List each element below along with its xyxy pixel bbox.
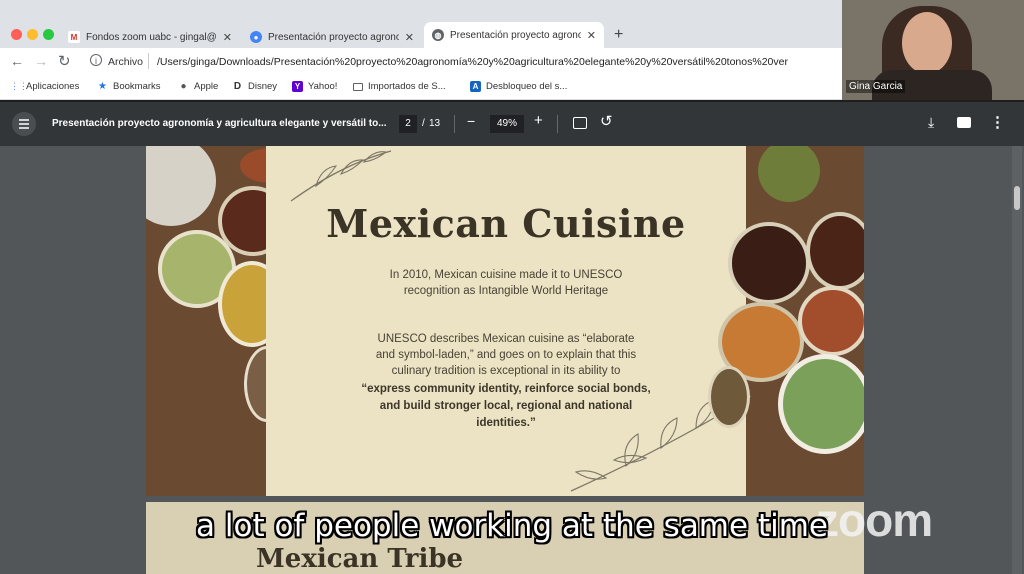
bookmark-importados[interactable]: Importados de S... xyxy=(353,81,446,92)
live-caption: a lot of people working at the same time xyxy=(196,508,828,544)
fit-page-icon[interactable] xyxy=(573,117,587,129)
address-divider xyxy=(148,53,149,69)
close-window-icon[interactable] xyxy=(11,29,22,40)
bookmark-label: Aplicaciones xyxy=(26,81,80,92)
bookmark-bookmarks[interactable]: ★ Bookmarks xyxy=(97,81,161,92)
zoom-level-input[interactable]: 49% xyxy=(490,115,524,133)
zoom-in-icon[interactable]: + xyxy=(534,112,543,129)
print-icon[interactable] xyxy=(957,117,971,128)
menu-button[interactable] xyxy=(12,112,36,136)
seeds-bowl-image xyxy=(708,366,750,428)
yahoo-icon: Y xyxy=(292,81,303,92)
bookmark-label: Yahoo! xyxy=(308,81,338,92)
participant-face xyxy=(902,12,952,74)
tab-presentacion-1[interactable]: ● Presentación proyecto agrono ✕ xyxy=(242,26,422,48)
more-options-icon[interactable]: ⋮ xyxy=(990,113,1005,131)
slide-title: Mexican Cuisine xyxy=(326,201,686,246)
apple-icon: ● xyxy=(180,81,187,92)
slide-paper-panel: Mexican Cuisine In 2010, Mexican cuisine… xyxy=(266,146,752,496)
tab-title: Presentación proyecto agrono xyxy=(268,31,399,43)
bookmark-apple[interactable]: ● Apple xyxy=(178,81,218,92)
close-tab-icon[interactable]: ✕ xyxy=(223,31,232,44)
tab-title: Fondos zoom uabc - gingal@u xyxy=(86,31,217,43)
slide-intro-line-2: recognition as Intangible World Heritage xyxy=(403,285,609,297)
toolbar-divider xyxy=(454,115,455,133)
star-icon: ★ xyxy=(98,81,107,92)
folder-icon xyxy=(353,82,363,91)
participant-name-label: Gina Garcia xyxy=(846,80,906,93)
bookmark-label: Apple xyxy=(194,81,219,92)
disney-icon: D xyxy=(233,81,242,92)
scrollbar-thumb[interactable] xyxy=(1014,186,1020,210)
next-slide-title: Mexican Tribe xyxy=(256,544,464,574)
close-tab-icon[interactable]: ✕ xyxy=(587,29,596,42)
leaf-decoration-icon xyxy=(290,150,392,202)
pdf-toolbar: Presentación proyecto agronomía y agricu… xyxy=(0,102,1024,146)
page-number-input[interactable]: 2 xyxy=(399,115,417,133)
url-input[interactable]: /Users/ginga/Downloads/Presentación%20pr… xyxy=(157,56,842,68)
slide-quote-line-3: identities.” xyxy=(476,417,536,429)
letter-a-icon: A xyxy=(470,81,481,92)
bookmark-label: Disney xyxy=(248,81,278,92)
tacos-plate-image xyxy=(778,354,864,454)
slide-quote-line-2: and build stronger local, regional and n… xyxy=(379,400,633,412)
bookmark-disney[interactable]: D Disney xyxy=(232,81,277,92)
maximize-window-icon[interactable] xyxy=(43,29,54,40)
page-separator: / xyxy=(422,118,425,129)
close-tab-icon[interactable]: ✕ xyxy=(405,31,414,44)
salsa-bowl-image xyxy=(798,286,864,356)
info-icon[interactable]: i xyxy=(90,54,102,66)
slide-body-line-2: and symbol-laden,” and goes on to explai… xyxy=(375,349,637,361)
globe-icon: ◍ xyxy=(432,29,444,41)
bookmark-desbloqueo[interactable]: A Desbloqueo del s... xyxy=(470,81,567,92)
gmail-icon: M xyxy=(68,31,80,43)
download-icon[interactable]: ⤓ xyxy=(928,114,934,131)
pineapple-image xyxy=(758,146,820,202)
toolbar-divider xyxy=(557,115,558,133)
file-scheme-label: Archivo xyxy=(108,56,144,68)
bookmark-label: Importados de S... xyxy=(368,81,446,92)
chocolate-bowl-image xyxy=(728,222,810,304)
mole-bowl-image xyxy=(806,212,864,290)
slide-intro-line-1: In 2010, Mexican cuisine made it to UNES… xyxy=(389,269,623,281)
tab-fondos-zoom[interactable]: M Fondos zoom uabc - gingal@u ✕ xyxy=(60,26,240,48)
bookmark-label: Desbloqueo del s... xyxy=(486,81,568,92)
forward-arrow-icon[interactable]: → xyxy=(34,53,48,69)
back-arrow-icon[interactable]: ← xyxy=(10,53,24,69)
bookmark-yahoo[interactable]: Y Yahoo! xyxy=(292,81,337,92)
tab-presentacion-active[interactable]: ◍ Presentación proyecto agrono ✕ xyxy=(424,22,604,48)
tortilla-plate-image xyxy=(146,146,216,226)
apps-grid-icon: ⋮⋮ xyxy=(10,81,28,91)
chrome-icon: ● xyxy=(250,31,262,43)
minimize-window-icon[interactable] xyxy=(27,29,38,40)
bookmark-aplicaciones[interactable]: ⋮⋮ Aplicaciones xyxy=(10,81,79,92)
slide-body-line-1: UNESCO describes Mexican cuisine as “ela… xyxy=(377,333,635,345)
slide-body-line-3: culinary tradition is exceptional in its… xyxy=(391,365,621,377)
bookmark-label: Bookmarks xyxy=(113,81,161,92)
page-total: 13 xyxy=(429,118,441,129)
reload-icon[interactable]: ↻ xyxy=(58,52,71,70)
new-tab-icon[interactable]: + xyxy=(614,26,623,44)
zoom-out-icon[interactable]: − xyxy=(467,113,475,129)
hamburger-icon xyxy=(19,119,29,129)
participant-video-tile[interactable]: Gina Garcia xyxy=(842,0,1024,100)
slide-page-2: Mexican Cuisine In 2010, Mexican cuisine… xyxy=(146,146,864,496)
slide-quote-line-1: “express community identity, reinforce s… xyxy=(361,383,651,395)
pdf-title: Presentación proyecto agronomía y agricu… xyxy=(52,118,387,129)
tab-title: Presentación proyecto agrono xyxy=(450,29,581,41)
rotate-icon[interactable]: ↺ xyxy=(600,112,613,130)
